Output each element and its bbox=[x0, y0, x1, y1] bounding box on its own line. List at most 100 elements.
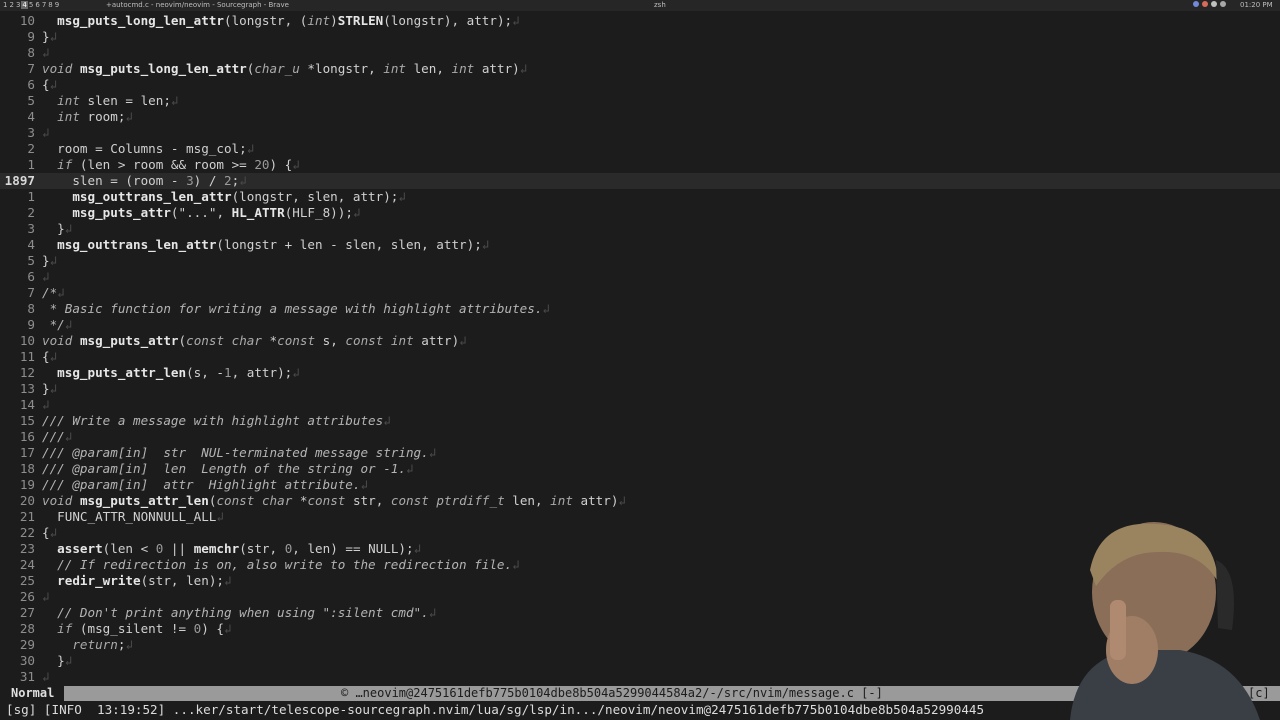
line-number: 5 bbox=[27, 93, 35, 108]
line-number: 6 bbox=[27, 77, 35, 92]
code-line[interactable]: 5 int slen = len;↲ bbox=[0, 93, 1280, 109]
code-line[interactable]: 2 room = Columns - msg_col;↲ bbox=[0, 141, 1280, 157]
discord-icon[interactable] bbox=[1193, 1, 1199, 7]
workspace-9[interactable]: 9 bbox=[54, 1, 60, 9]
code-text: slen = (room - 3) / 2;↲ bbox=[42, 173, 247, 188]
code-text: }↲ bbox=[42, 653, 73, 668]
line-number: 8 bbox=[27, 45, 35, 60]
code-text: assert(len < 0 || memchr(str, 0, len) ==… bbox=[57, 541, 422, 556]
code-text: }↲ bbox=[42, 253, 58, 268]
code-line[interactable]: 16 ///↲ bbox=[0, 429, 1280, 445]
system-taskbar: 123456789 +autocmd.c - neovim/neovim - S… bbox=[0, 0, 1280, 11]
line-number: 1 bbox=[27, 189, 35, 204]
clock: 01:20 PM bbox=[1240, 1, 1273, 9]
line-number: 3 bbox=[27, 125, 35, 140]
line-number: 2 bbox=[27, 141, 35, 156]
system-tray bbox=[1193, 1, 1226, 7]
line-number: 1 bbox=[27, 157, 35, 172]
line-number: 19 bbox=[19, 477, 35, 492]
code-text: * Basic function for writing a message w… bbox=[42, 301, 551, 316]
code-text: redir_write(str, len);↲ bbox=[57, 573, 232, 588]
code-line[interactable]: 19 /// @param[in] attr Highlight attribut… bbox=[0, 477, 1280, 493]
brave-icon[interactable] bbox=[1202, 1, 1208, 7]
webcam-overlay bbox=[1070, 522, 1260, 720]
code-line[interactable]: 3 }↲ bbox=[0, 221, 1280, 237]
code-text: void msg_puts_attr_len(const char *const… bbox=[42, 493, 626, 508]
code-line[interactable]: 9 */↲ bbox=[0, 317, 1280, 333]
line-number: 20 bbox=[19, 493, 35, 508]
code-text: ↲ bbox=[42, 45, 50, 60]
code-line[interactable]: 14 ↲ bbox=[0, 397, 1280, 413]
terminal-label[interactable]: zsh bbox=[654, 1, 666, 9]
code-text: /// @param[in] str NUL-terminated messag… bbox=[42, 445, 437, 460]
line-number: 29 bbox=[19, 637, 35, 652]
code-line[interactable]: 7 void msg_puts_long_len_attr(char_u *lon… bbox=[0, 61, 1280, 77]
line-number: 31 bbox=[19, 669, 35, 684]
code-text: int slen = len;↲ bbox=[57, 93, 179, 108]
code-text: msg_outtrans_len_attr(longstr + len - sl… bbox=[57, 237, 490, 252]
line-number: 28 bbox=[19, 621, 35, 636]
code-line[interactable]: 7 /*↲ bbox=[0, 285, 1280, 301]
line-number: 1897 bbox=[4, 173, 35, 188]
code-text: /// @param[in] len Length of the string … bbox=[42, 461, 414, 476]
code-line[interactable]: 8 ↲ bbox=[0, 45, 1280, 61]
code-text: ↲ bbox=[42, 397, 50, 412]
code-line[interactable]: 9}↲ bbox=[0, 29, 1280, 45]
volume-icon[interactable] bbox=[1220, 1, 1226, 7]
line-number: 14 bbox=[19, 397, 35, 412]
code-text: int room;↲ bbox=[57, 109, 134, 124]
line-number: 11 bbox=[19, 349, 35, 364]
network-icon[interactable] bbox=[1211, 1, 1217, 7]
window-title[interactable]: +autocmd.c - neovim/neovim - Sourcegraph… bbox=[106, 1, 289, 9]
code-text: room = Columns - msg_col;↲ bbox=[42, 141, 255, 156]
code-text: /// Write a message with highlight attri… bbox=[42, 413, 391, 428]
code-text: }↲ bbox=[42, 221, 73, 236]
line-number: 5 bbox=[27, 253, 35, 268]
line-number: 27 bbox=[19, 605, 35, 620]
code-line[interactable]: 13}↲ bbox=[0, 381, 1280, 397]
code-line[interactable]: 1 msg_outtrans_len_attr(longstr, slen, a… bbox=[0, 189, 1280, 205]
line-number: 18 bbox=[19, 461, 35, 476]
line-number: 6 bbox=[27, 269, 35, 284]
line-number: 23 bbox=[19, 541, 35, 556]
code-line[interactable]: 15 /// Write a message with highlight att… bbox=[0, 413, 1280, 429]
code-text: if (len > room && room >= 20) {↲ bbox=[57, 157, 300, 172]
line-number: 2 bbox=[27, 205, 35, 220]
line-number: 26 bbox=[19, 589, 35, 604]
code-line[interactable]: 4 msg_outtrans_len_attr(longstr + len - … bbox=[0, 237, 1280, 253]
current-line[interactable]: 1897 slen = (room - 3) / 2;↲ bbox=[0, 173, 1280, 189]
code-text: msg_outtrans_len_attr(longstr, slen, att… bbox=[72, 189, 406, 204]
line-number: 25 bbox=[19, 573, 35, 588]
line-number: 7 bbox=[27, 285, 35, 300]
code-text: /*↲ bbox=[42, 285, 65, 300]
code-line[interactable]: 18 /// @param[in] len Length of the strin… bbox=[0, 461, 1280, 477]
code-line[interactable]: 4 int room;↲ bbox=[0, 109, 1280, 125]
mode-indicator: Normal bbox=[0, 686, 64, 701]
line-number: 7 bbox=[27, 61, 35, 76]
code-line[interactable]: 1 if (len > room && room >= 20) {↲ bbox=[0, 157, 1280, 173]
code-line[interactable]: 2 msg_puts_attr("...", HL_ATTR(HLF_8));↲ bbox=[0, 205, 1280, 221]
code-line[interactable]: 3 ↲ bbox=[0, 125, 1280, 141]
code-text: /// @param[in] attr Highlight attribute.… bbox=[42, 477, 369, 492]
code-line[interactable]: 11 {↲ bbox=[0, 349, 1280, 365]
code-line[interactable]: 8 * Basic function for writing a message… bbox=[0, 301, 1280, 317]
line-number: 8 bbox=[27, 301, 35, 316]
code-text: ↲ bbox=[42, 589, 50, 604]
code-line[interactable]: 17 /// @param[in] str NUL-terminated mess… bbox=[0, 445, 1280, 461]
code-line[interactable]: 5 }↲ bbox=[0, 253, 1280, 269]
code-line[interactable]: 6 ↲ bbox=[0, 269, 1280, 285]
code-line[interactable]: 12 msg_puts_attr_len(s, -1, attr);↲ bbox=[0, 365, 1280, 381]
line-number: 24 bbox=[19, 557, 35, 572]
line-number: 4 bbox=[27, 237, 35, 252]
line-number: 9 bbox=[27, 317, 35, 332]
workspace-switcher[interactable]: 123456789 bbox=[2, 1, 60, 9]
code-text: ↲ bbox=[42, 125, 50, 140]
code-line[interactable]: 10 void msg_puts_attr(const char *const s… bbox=[0, 333, 1280, 349]
code-line[interactable]: 10 msg_puts_long_len_attr(longstr, (int)… bbox=[0, 13, 1280, 29]
code-text: return;↲ bbox=[72, 637, 134, 652]
code-text: */↲ bbox=[42, 317, 73, 332]
code-text: // Don't print anything when using ":sil… bbox=[42, 605, 437, 620]
code-line[interactable]: 6 {↲ bbox=[0, 77, 1280, 93]
code-text: }↲ bbox=[42, 29, 58, 44]
line-number: 3 bbox=[27, 221, 35, 236]
